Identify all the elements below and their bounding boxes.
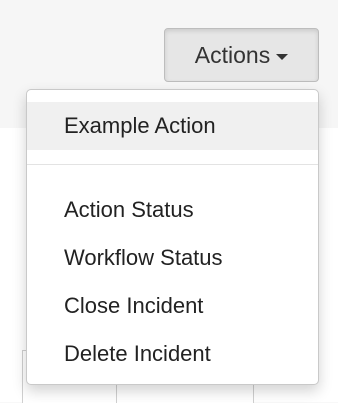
actions-dropdown-button[interactable]: Actions [164, 28, 319, 82]
menu-item-action-status[interactable]: Action Status [27, 186, 318, 234]
caret-down-icon [276, 53, 289, 60]
menu-item-workflow-status[interactable]: Workflow Status [27, 234, 318, 282]
menu-item-close-incident[interactable]: Close Incident [27, 282, 318, 330]
actions-dropdown-menu: Example Action Action Status Workflow St… [26, 89, 319, 385]
menu-item-delete-incident[interactable]: Delete Incident [27, 330, 318, 378]
actions-button-label: Actions [194, 41, 271, 68]
menu-divider [27, 164, 318, 165]
menu-item-example-action[interactable]: Example Action [27, 102, 318, 150]
